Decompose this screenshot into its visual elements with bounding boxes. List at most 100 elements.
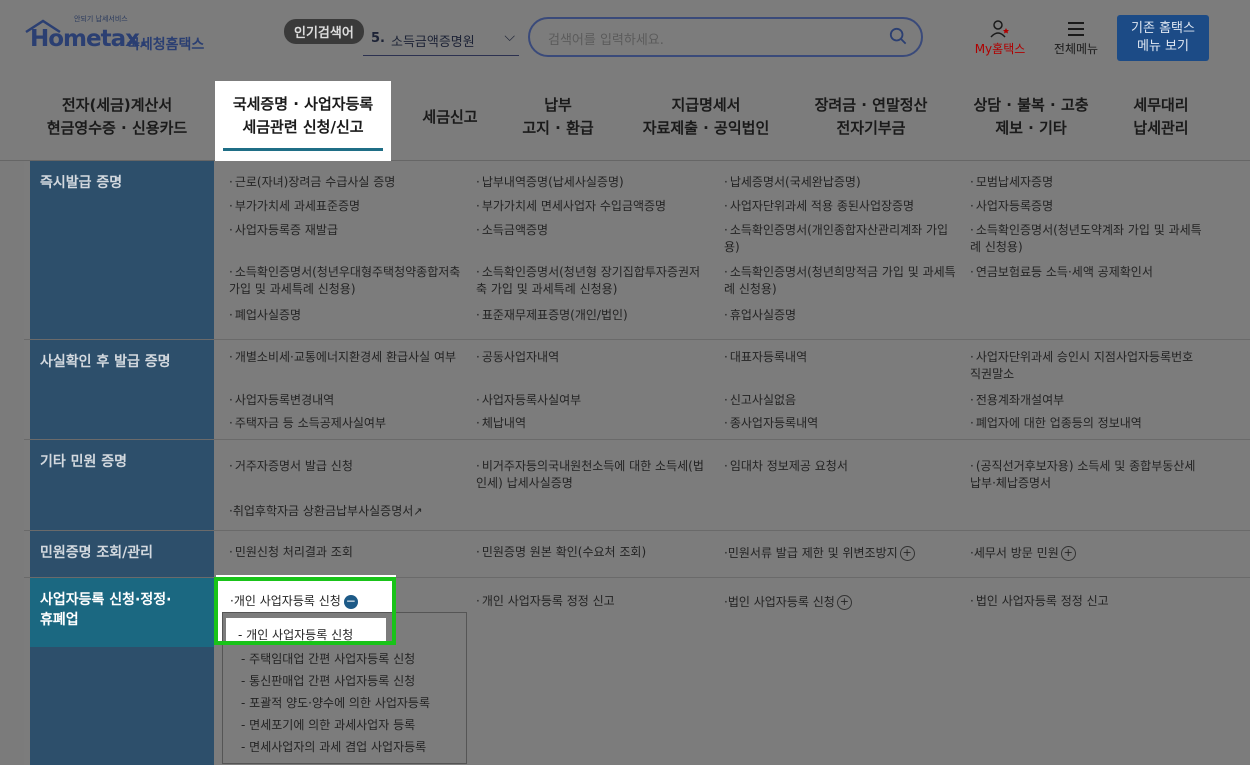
section-title: 민원증명 조회/관리	[30, 531, 214, 577]
menu-link[interactable]: 소득확인증명서(개인종합자산관리계좌 가입용)	[724, 222, 949, 256]
all-menu-button[interactable]: 전체메뉴	[1046, 20, 1106, 57]
user-star-icon	[990, 20, 1009, 38]
menu-link[interactable]: 납세증명서(국세완납증명)	[724, 174, 861, 191]
active-tab-underline	[223, 148, 383, 151]
submenu-item[interactable]: 면세사업자의 과세 겸업 사업자등록	[241, 738, 426, 755]
menu-link[interactable]: 소득확인증명서(청년도약계좌 가입 및 과세특례 신청용)	[970, 222, 1205, 256]
search-input[interactable]: 검색어를 입력하세요.	[528, 17, 923, 57]
menu-link[interactable]: 비거주자등의국내원천소득에 대한 소득세(법인세) 납세사실증명	[476, 458, 708, 492]
menu-link[interactable]: 체납내역	[476, 415, 526, 432]
menu-link-expandable[interactable]: ·세무서 방문 민원 +	[970, 544, 1076, 561]
menu-link[interactable]: 부가가치세 과세표준증명	[229, 198, 360, 215]
menu-link[interactable]: 사업자등록사실여부	[476, 392, 581, 409]
menu-link[interactable]: 민원신청 처리결과 조회	[229, 544, 353, 561]
nav-item-certificate-registration[interactable]: 국세증명 · 사업자등록 세금관련 신청/신고	[215, 81, 391, 161]
header: 안되기 납세서비스 Hometax. 국세청홈택스 인기검색어 5. 소득금액증…	[0, 0, 1250, 78]
submenu-item[interactable]: 포괄적 양도·양수에 의한 사업자등록	[241, 694, 430, 711]
nav-item-payment-statement[interactable]: 지급명세서 자료제출 · 공익법인	[632, 94, 780, 140]
menu-link-external[interactable]: ·취업후학자금 상환금납부사실증명서↗	[229, 502, 423, 519]
popular-search-rank: 5.	[371, 31, 385, 46]
menu-link[interactable]: 휴업사실증명	[724, 307, 796, 324]
menu-link[interactable]: 근로(자녀)장려금 수급사실 증명	[229, 174, 396, 191]
nav-item-payment[interactable]: 납부 고지 · 환급	[510, 94, 606, 140]
submenu-item[interactable]: 통신판매업 간편 사업자등록 신청	[241, 672, 415, 689]
section-other-certificates: 기타 민원 증명 거주자증명서 발급 신청 비거주자등의국내원천소득에 대한 소…	[24, 440, 1250, 531]
menu-link[interactable]: 사업자단위과세 승인시 지점사업자등록번호 직권말소	[970, 349, 1205, 383]
menu-link[interactable]: 개인 사업자등록 정정 신고	[476, 593, 615, 610]
nav-item-e-invoice[interactable]: 전자(세금)계산서 현금영수증 · 신용카드	[42, 94, 192, 140]
my-hometax-label: My홈택스	[974, 42, 1026, 56]
menu-link[interactable]: 신고사실없음	[724, 392, 796, 409]
menu-link[interactable]: 폐업사실증명	[229, 307, 301, 324]
menu-link[interactable]: 사업자등록변경내역	[229, 392, 334, 409]
menu-link[interactable]: 소득확인증명서(청년희망적금 가입 및 과세특례 신청용)	[724, 264, 962, 298]
nav-item-consult[interactable]: 상담 · 불복 · 고충 제보 · 기타	[965, 94, 1097, 140]
search-icon[interactable]	[889, 27, 907, 45]
menu-link[interactable]: 주택자금 등 소득공제사실여부	[229, 415, 386, 432]
menu-content: 즉시발급 증명 근로(자녀)장려금 수급사실 증명 납부내역증명(납세사실증명)…	[24, 161, 1250, 765]
my-hometax-button[interactable]: My홈택스	[968, 20, 1032, 57]
submenu-item[interactable]: 주택임대업 간편 사업자등록 신청	[241, 650, 415, 667]
nav-line1: 세금신고	[422, 108, 478, 126]
nav-line2: 고지 · 환급	[522, 119, 594, 137]
section-civil-inquiry: 민원증명 조회/관리 민원신청 처리결과 조회 민원증명 원본 확인(수요처 조…	[24, 531, 1250, 578]
nav-line2: 자료제출 · 공익법인	[642, 119, 770, 137]
menu-link[interactable]: 모범납세자증명	[970, 174, 1053, 191]
plus-circle-icon[interactable]: +	[836, 595, 852, 610]
all-menu-label: 전체메뉴	[1053, 42, 1099, 56]
section-business-registration: 사업자등록 신청·정정· 휴폐업 개인 사업자등록 정정 신고 ·법인 사업자등…	[24, 578, 1250, 765]
menu-link-text: 취업후학자금 상환금납부사실증명서	[232, 504, 414, 518]
menu-link[interactable]: 납부내역증명(납세사실증명)	[476, 174, 624, 191]
nav-line2: 납세관리	[1133, 119, 1189, 137]
popular-search-dropdown[interactable]: 5. 소득금액증명원 ⌵	[363, 25, 519, 56]
menu-link[interactable]: 개별소비세·교통에너지환경세 환급사실 여부	[229, 349, 459, 366]
section-instant-certificates: 즉시발급 증명 근로(자녀)장려금 수급사실 증명 납부내역증명(납세사실증명)…	[24, 161, 1250, 340]
chevron-down-icon: ⌵	[504, 29, 515, 45]
menu-link[interactable]: 대표자등록내역	[724, 349, 807, 366]
submenu-item[interactable]: 면세포기에 의한 과세사업자 등록	[241, 716, 415, 733]
menu-link[interactable]: 임대차 정보제공 요청서	[724, 458, 848, 475]
nav-line1: 전자(세금)계산서	[61, 96, 173, 114]
menu-link[interactable]: 소득확인증명서(청년우대형주택청약종합저축 가입 및 과세특례 신청용)	[229, 264, 469, 298]
popular-search-term: 소득금액증명원	[391, 35, 475, 50]
plus-circle-icon[interactable]: +	[1060, 546, 1076, 561]
logo-sub-text: 국세청홈택스	[127, 37, 205, 53]
nav-item-tax-return[interactable]: 세금신고	[412, 94, 488, 129]
menu-link[interactable]: 연금보험료등 소득·세액 공제확인서	[970, 264, 1153, 281]
menu-link[interactable]: 표준재무제표증명(개인/법인)	[476, 307, 628, 324]
nav-item-tax-agent[interactable]: 세무대리 납세관리	[1120, 94, 1202, 140]
nav-line1: 지급명세서	[671, 96, 741, 114]
menu-link[interactable]: 사업자등록증 재발급	[229, 222, 338, 239]
menu-link[interactable]: 소득금액증명	[476, 222, 548, 239]
nav-line2: 전자기부금	[836, 119, 906, 137]
menu-link[interactable]: 사업자등록증명	[970, 198, 1053, 215]
section-title: 즉시발급 증명	[30, 161, 214, 339]
menu-link-expandable[interactable]: ·민원서류 발급 제한 및 위변조방지 +	[724, 544, 915, 561]
nav-item-incentive[interactable]: 장려금 · 연말정산 전자기부금	[805, 94, 937, 140]
menu-link[interactable]: 법인 사업자등록 정정 신고	[970, 593, 1109, 610]
highlight-box	[214, 577, 396, 645]
section-title-line2: 휴폐업	[40, 612, 79, 628]
menu-link[interactable]: 사업자단위과세 적용 종된사업장증명	[724, 198, 914, 215]
menu-link[interactable]: 부가가치세 면세사업자 수입금액증명	[476, 198, 666, 215]
menu-link[interactable]: 폐업자에 대한 업종등의 정보내역	[970, 415, 1142, 432]
menu-link[interactable]: 거주자증명서 발급 신청	[229, 458, 353, 475]
hometax-logo[interactable]: 안되기 납세서비스 Hometax. 국세청홈택스	[24, 14, 234, 62]
menu-link[interactable]: 공동사업자내역	[476, 349, 559, 366]
menu-link[interactable]: 민원증명 원본 확인(수요처 조회)	[476, 544, 646, 561]
section-title-line1: 사업자등록 신청·정정·	[40, 592, 172, 608]
menu-link[interactable]: 종사업자등록내역	[724, 415, 818, 432]
plus-circle-icon[interactable]: +	[899, 546, 915, 561]
nav-line2: 제보 · 기타	[995, 119, 1067, 137]
external-link-icon: ↗	[413, 505, 423, 518]
menu-link[interactable]: 전용계좌개설여부	[970, 392, 1064, 409]
menu-link-expandable[interactable]: ·법인 사업자등록 신청 +	[724, 593, 852, 610]
menu-link-text: 민원서류 발급 제한 및 위변조방지	[727, 546, 898, 560]
menu-link[interactable]: (공직선거후보자용) 소득세 및 종합부동산세 납부·체납증명서	[970, 458, 1205, 492]
old-home-line2: 메뉴 보기	[1137, 39, 1189, 54]
main-nav: 전자(세금)계산서 현금영수증 · 신용카드 세금신고 납부 고지 · 환급 지…	[0, 78, 1250, 161]
nav-line2: 세금관련 신청/신고	[242, 118, 364, 136]
popular-search-badge: 인기검색어	[284, 19, 364, 44]
old-hometax-menu-button[interactable]: 기존 홈택스 메뉴 보기	[1117, 15, 1209, 61]
menu-link[interactable]: 소득확인증명서(청년형 장기집합투자증권저축 가입 및 과세특례 신청용)	[476, 264, 708, 298]
